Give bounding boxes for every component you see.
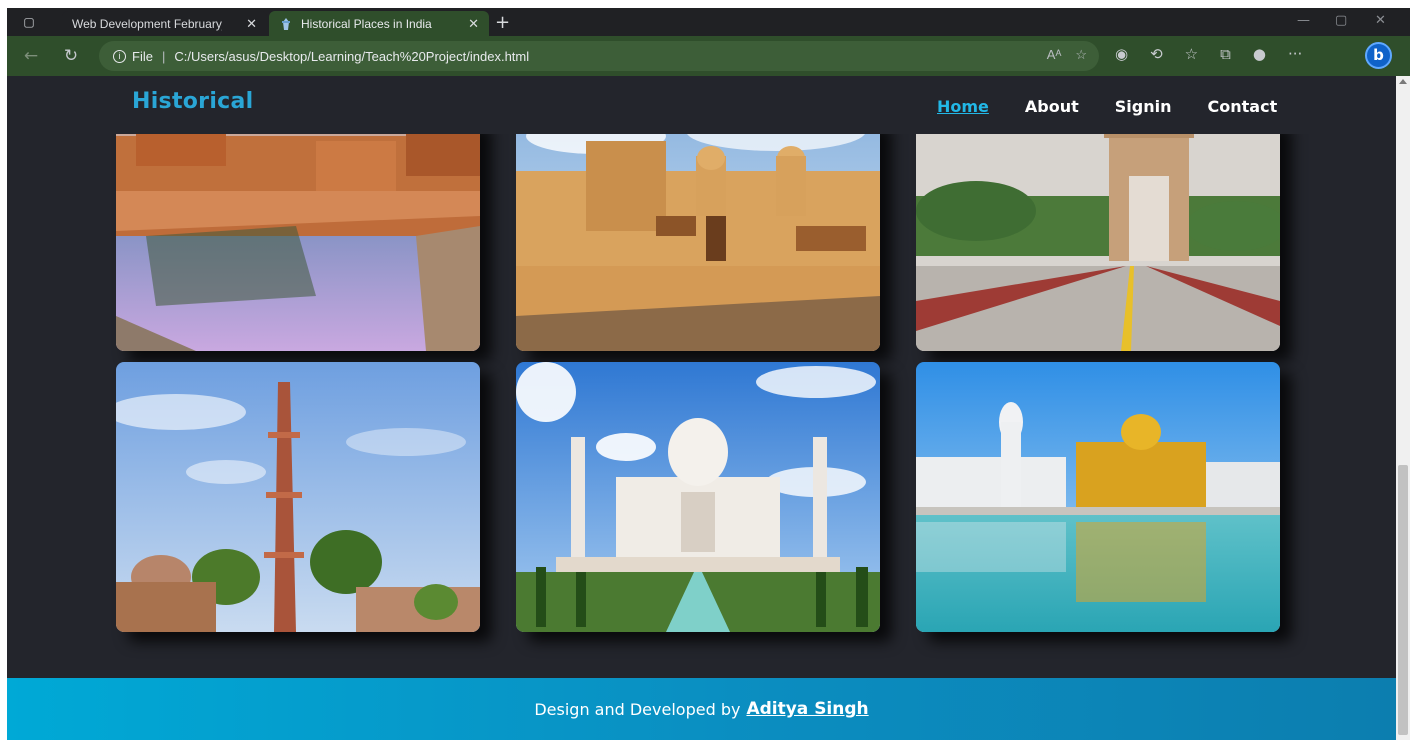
nav-signin-link[interactable]: Signin [1115, 97, 1172, 116]
tab-title: Web Development February_202 [72, 16, 222, 31]
minimize-icon[interactable]: — [1297, 13, 1310, 28]
page-viewport: Historical Home About Signin Contact Des… [7, 76, 1410, 740]
info-icon[interactable]: i [113, 49, 126, 63]
gallery-image-india-gate[interactable] [916, 116, 1280, 351]
nav-contact-link[interactable]: Contact [1208, 97, 1278, 116]
favorites-icon[interactable]: ☆ [1185, 45, 1198, 63]
tab-historical-places[interactable]: Historical Places in India ✕ [269, 11, 489, 36]
new-tab-button[interactable]: + [495, 12, 510, 33]
more-icon[interactable]: ··· [1288, 45, 1302, 63]
site-footer: Design and Developed by Aditya Singh [7, 678, 1396, 740]
footer-author-link[interactable]: Aditya Singh [746, 699, 868, 719]
back-icon[interactable]: ← [19, 44, 43, 68]
maximize-icon[interactable]: ▢ [1335, 13, 1347, 28]
close-icon[interactable]: ✕ [246, 16, 257, 32]
scrollbar-thumb[interactable] [1398, 465, 1408, 735]
scroll-up-icon[interactable] [1399, 79, 1407, 84]
address-bar[interactable]: i File | C:/Users/asus/Desktop/Learning/… [99, 41, 1099, 71]
tab-actions-icon[interactable]: ▢ [21, 14, 37, 30]
page-scrollbar[interactable] [1396, 76, 1410, 740]
nav-links: Home About Signin Contact [937, 97, 1277, 116]
gallery-image-golden-temple[interactable] [916, 362, 1280, 632]
gallery-image-taj-mahal[interactable] [516, 362, 880, 632]
url-text: C:/Users/asus/Desktop/Learning/Teach%20P… [174, 48, 530, 64]
profile-icon[interactable]: ● [1253, 45, 1266, 63]
site-brand[interactable]: Historical [132, 89, 254, 114]
gallery-grid [7, 76, 1396, 686]
close-window-icon[interactable]: ✕ [1375, 13, 1386, 28]
browser-window: ▢ Web Development February_202 ✕ Histori… [7, 8, 1410, 740]
page-favicon-icon [279, 17, 293, 31]
read-aloud-icon[interactable]: Aᴬ [1047, 47, 1062, 63]
refresh-icon[interactable]: ↻ [59, 44, 83, 68]
bing-icon[interactable]: b [1365, 42, 1392, 69]
address-separator: | [161, 48, 166, 64]
tab-strip: ▢ Web Development February_202 ✕ Histori… [7, 8, 1410, 36]
gallery-image-fatehpur-sikri[interactable] [116, 116, 480, 351]
close-icon[interactable]: ✕ [468, 16, 479, 32]
extension-icon[interactable]: ◉ [1115, 45, 1128, 63]
add-favorite-icon[interactable]: ☆ [1075, 47, 1087, 63]
site-navbar: Historical Home About Signin Contact [7, 76, 1396, 134]
collections-icon[interactable]: ⧉ [1220, 45, 1231, 63]
copilot-icon[interactable]: ⟲ [1150, 45, 1163, 63]
gallery-image-amber-fort[interactable] [516, 116, 880, 351]
nav-home-link[interactable]: Home [937, 97, 989, 116]
gallery-image-qutub-minar[interactable] [116, 362, 480, 632]
scheme-label: File [132, 48, 153, 64]
tab-title: Historical Places in India [301, 16, 432, 31]
tab-web-development[interactable]: Web Development February_202 ✕ [62, 11, 267, 36]
browser-toolbar: ← ↻ i File | C:/Users/asus/Desktop/Learn… [7, 36, 1410, 76]
nav-about-link[interactable]: About [1025, 97, 1079, 116]
footer-text: Design and Developed by [534, 699, 741, 719]
